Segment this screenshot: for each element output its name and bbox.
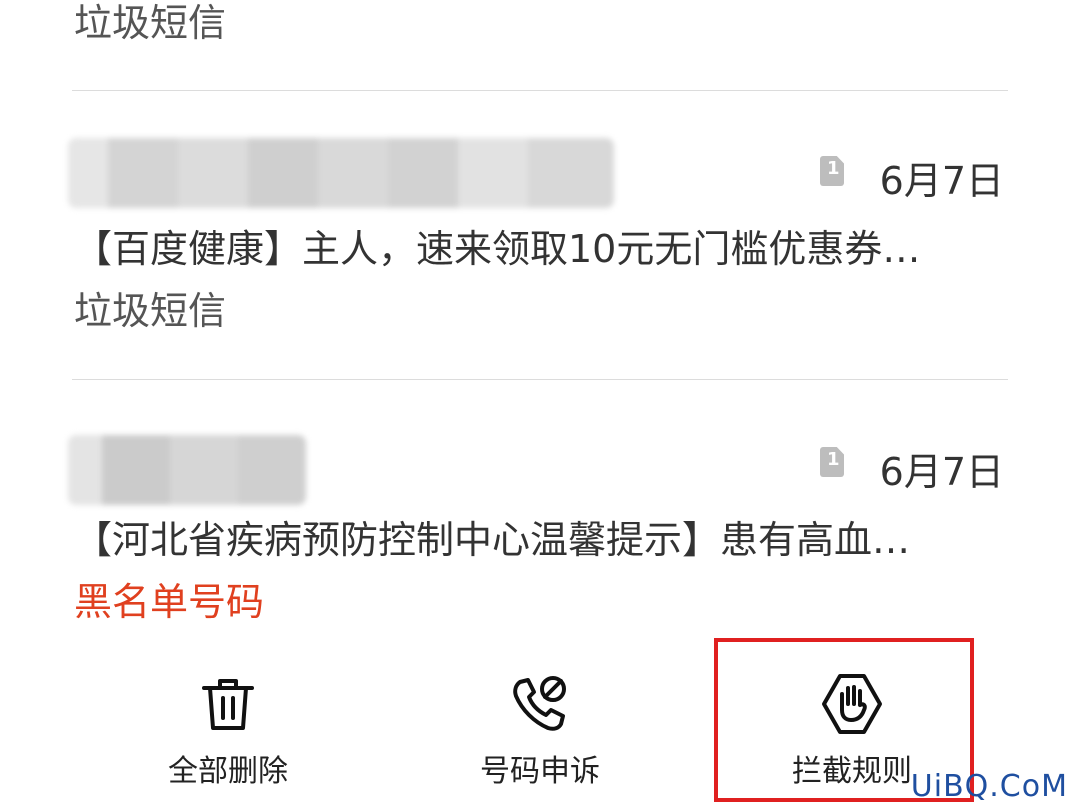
number-appeal-button[interactable]: 号码申诉: [410, 650, 670, 800]
list-item[interactable]: 6月7日 【河北省疾病预防控制中心温馨提示】患有高血… 黑名单号码: [0, 379, 1080, 629]
phone-block-icon: [513, 676, 566, 731]
message-date: 6月7日: [879, 159, 1004, 203]
message-preview: 【河北省疾病预防控制中心温馨提示】患有高血…: [74, 518, 911, 562]
number-appeal-label: 号码申诉: [480, 754, 600, 789]
message-tag: 垃圾短信: [74, 1, 227, 45]
sender-name-blurred: [68, 138, 614, 208]
trash-icon: [202, 679, 254, 730]
list-item[interactable]: 6月7日 【百度健康】主人，速来领取10元无门槛优惠券… 垃圾短信: [0, 90, 1080, 380]
message-tag-blacklist: 黑名单号码: [74, 580, 265, 624]
sim-card-icon: [820, 447, 844, 477]
watermark: UiBQ.CoM: [910, 769, 1068, 804]
delete-all-button[interactable]: 全部删除: [98, 650, 358, 800]
sender-name-blurred: [68, 435, 306, 505]
message-date: 6月7日: [879, 450, 1004, 494]
sim-card-icon: [820, 156, 844, 186]
message-tag: 垃圾短信: [74, 289, 227, 333]
message-preview: 【百度健康】主人，速来领取10元无门槛优惠券…: [74, 227, 921, 271]
delete-all-label: 全部删除: [168, 754, 288, 789]
